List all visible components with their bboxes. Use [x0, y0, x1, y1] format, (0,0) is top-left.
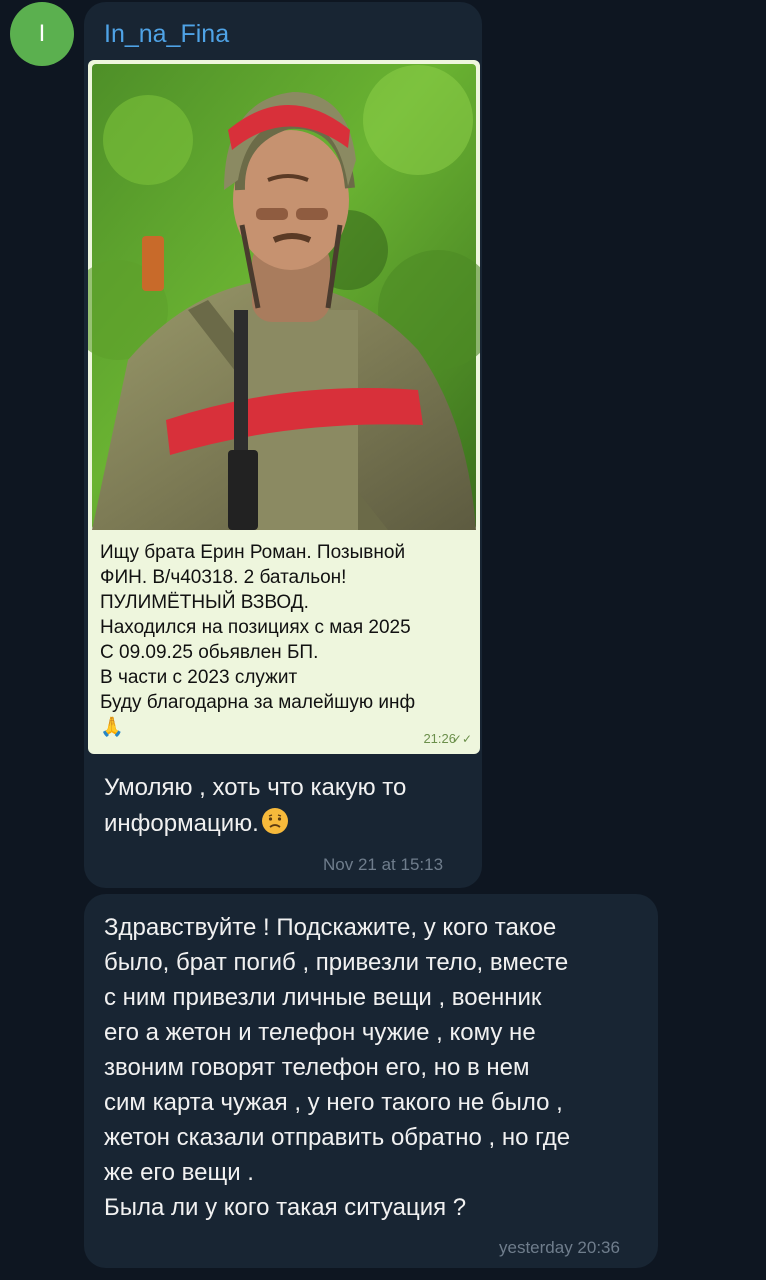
praying-hands-emoji: 🙏 — [100, 717, 124, 738]
message-body: Умоляю , хоть что какую то информацию. — [104, 774, 407, 837]
message-text: Умоляю , хоть что какую то информацию. — [104, 770, 474, 842]
double-check-icon: ✓✓ — [451, 732, 472, 746]
reply-message-text: Здравствуйте ! Подскажите, у кого такое … — [104, 914, 571, 1221]
sad-face-emoji — [261, 808, 288, 834]
photo-caption: Ищу брата Ерин Роман. Позывной ФИН. В/ч4… — [100, 540, 470, 740]
message-timestamp: Nov 21 at 15:13 — [323, 855, 444, 874]
sender-name[interactable]: In_na_Fina — [104, 20, 229, 49]
caption-text: Ищу брата Ерин Роман. Позывной ФИН. В/ч4… — [100, 542, 416, 713]
sender-avatar[interactable]: I — [10, 2, 74, 66]
avatar-letter: I — [38, 20, 46, 47]
reply-message-timestamp: yesterday 20:36 — [499, 1238, 620, 1257]
chat-view: I In_na_Fina Ищу брата Ерин Роман. Позыв… — [0, 0, 766, 1280]
photo-message[interactable]: Ищу брата Ерин Роман. Позывной ФИН. В/ч4… — [88, 60, 480, 754]
